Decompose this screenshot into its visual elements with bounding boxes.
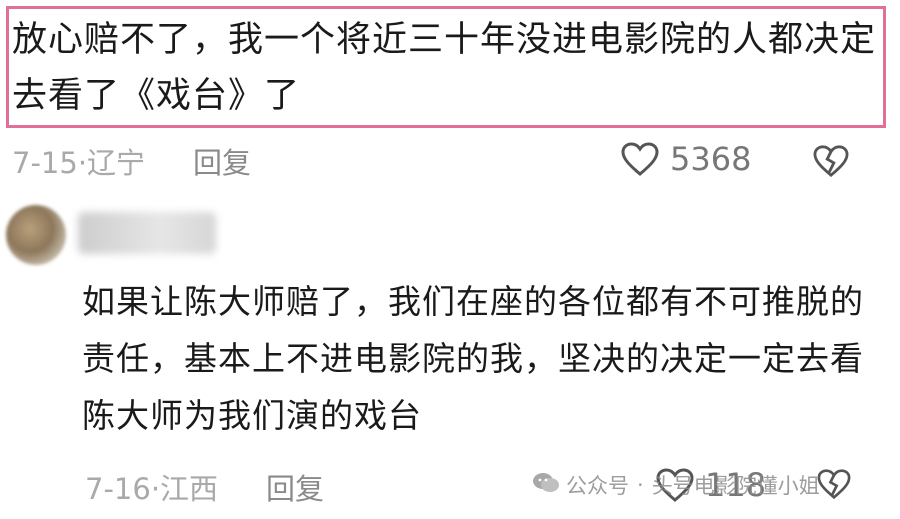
comment-1-like-count: 5368: [670, 140, 752, 178]
comment-2-reply-button[interactable]: 回复: [266, 466, 324, 508]
heart-icon: [620, 141, 660, 177]
watermark: 公众号 · 头号电影院懂小姐: [532, 470, 820, 500]
comment-1-reply-button[interactable]: 回复: [193, 140, 251, 182]
comment-1-text: 放心赔不了，我一个将近三十年没进电影院的人都决定去看了《戏台》了: [12, 20, 877, 116]
broken-heart-icon[interactable]: [816, 468, 852, 504]
comment-1-date-location: 7-15·辽宁: [12, 146, 146, 180]
comment-2-date-location: 7-16·江西: [85, 472, 219, 506]
watermark-source: 公众号: [566, 474, 629, 498]
wechat-icon: [532, 471, 560, 500]
username-blurred[interactable]: [78, 212, 216, 254]
comment-1-like-button[interactable]: 5368: [620, 140, 751, 178]
comment-2-text: 如果让陈大师赔了，我们在座的各位都有不可推脱的责任，基本上不进电影院的我，坚决的…: [82, 282, 864, 435]
watermark-account: 头号电影院懂小姐: [651, 474, 820, 498]
broken-heart-icon[interactable]: [812, 144, 850, 182]
watermark-separator: ·: [637, 473, 644, 497]
comment-2-meta: 7-16·江西 回复: [85, 466, 324, 508]
avatar[interactable]: [6, 205, 66, 265]
comment-1-meta: 7-15·辽宁 回复: [12, 140, 251, 182]
